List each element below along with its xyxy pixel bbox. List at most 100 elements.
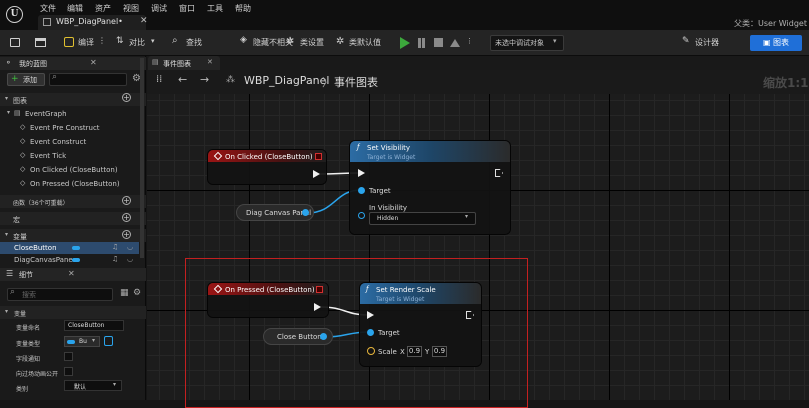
menu-view[interactable]: 视图 (123, 3, 139, 14)
blueprint-search-input[interactable] (49, 73, 127, 86)
add-graph-icon[interactable]: + (122, 93, 131, 102)
my-blueprint-close-icon[interactable]: ✕ (90, 58, 97, 67)
play-icon[interactable] (400, 37, 410, 49)
widget-blueprint-icon (43, 18, 51, 26)
expand-arrow-icon[interactable]: ▾ (7, 109, 10, 116)
menu-debug[interactable]: 调试 (151, 3, 167, 14)
pause-icon[interactable] (418, 38, 421, 48)
details-close-icon[interactable]: ✕ (68, 269, 75, 278)
functions-section-label: 函数（36个可重载） (13, 200, 69, 207)
exec-out-pin[interactable] (313, 170, 320, 178)
debug-object-value: 未选中调试对象 (495, 39, 544, 47)
visibility-dropdown-value: Hidden (377, 215, 399, 222)
on-clicked-title: On Clicked (CloseButton) (225, 153, 313, 161)
event-graph-tab-label: 事件图表 (163, 60, 191, 68)
visibility-eye-icon[interactable]: ◡ (127, 255, 133, 263)
exec-in-pin[interactable] (358, 169, 365, 177)
save-icon[interactable] (10, 38, 20, 47)
close-tab-icon[interactable]: ✕ (140, 16, 148, 26)
delegate-pin-icon[interactable] (315, 153, 322, 160)
graph-mode-label: 图表 (773, 38, 790, 47)
menu-file[interactable]: 文件 (40, 3, 56, 14)
menu-tools[interactable]: 工具 (207, 3, 223, 14)
property-label-field-notify: 字段通知 (16, 356, 41, 363)
breadcrumb-asset[interactable]: WBP_DiagPanel (244, 74, 329, 87)
menu-help[interactable]: 帮助 (235, 3, 251, 14)
collapse-arrow-icon[interactable]: ▾ (5, 95, 8, 102)
class-defaults-icon: ✲ (336, 36, 345, 47)
function-icon: ƒ (366, 285, 369, 293)
target-pin[interactable] (358, 187, 365, 194)
stop-icon[interactable] (434, 38, 443, 47)
event-item-on-clicked[interactable]: On Clicked (CloseButton) (30, 166, 118, 174)
add-variable-icon[interactable]: + (122, 230, 131, 239)
find-icon: ⌕ (172, 35, 178, 46)
target-label: Target (378, 329, 400, 337)
event-item-on-pressed[interactable]: On Pressed (CloseButton) (30, 180, 120, 188)
eject-icon[interactable] (450, 39, 460, 47)
designer-mode-button[interactable]: 设计器 (695, 37, 719, 48)
container-type-icon[interactable] (104, 336, 113, 346)
menu-window[interactable]: 窗口 (179, 3, 195, 14)
field-notify-checkbox[interactable] (64, 352, 73, 361)
event-diamond-icon: ◇ (20, 165, 26, 173)
details-section-label: 变量 (14, 311, 27, 318)
in-visibility-label: In Visibility (369, 204, 408, 212)
target-pin[interactable] (367, 329, 374, 336)
scale-x-input[interactable]: 0.9 (407, 346, 422, 357)
forward-arrow-icon[interactable]: → (200, 73, 209, 86)
add-function-icon[interactable]: + (122, 196, 131, 205)
settings-gear-icon[interactable]: ⚙ (133, 288, 141, 298)
collapse-arrow-icon[interactable]: ▾ (5, 231, 8, 238)
parent-class-label: 父类： (734, 19, 758, 28)
add-macro-icon[interactable]: + (122, 213, 131, 222)
bell-icon[interactable]: ♫ (112, 243, 118, 251)
event-graph-item[interactable]: EventGraph (25, 110, 67, 118)
class-settings-button[interactable]: 类设置 (300, 37, 324, 48)
menu-asset[interactable]: 资产 (95, 3, 111, 14)
diff-dropdown-icon[interactable]: ▾ (151, 37, 155, 45)
my-blueprint-title: 我的蓝图 (19, 60, 47, 68)
find-button[interactable]: 查找 (186, 37, 202, 48)
event-item-tick[interactable]: Event Tick (30, 152, 66, 160)
scale-y-input[interactable]: 0.9 (432, 346, 447, 357)
graph-icon: ▤ (14, 109, 21, 117)
compile-button[interactable]: 编译 (78, 37, 94, 48)
property-matrix-icon[interactable]: ▦ (120, 288, 129, 298)
graph-mode-button[interactable]: ▣ 图表 (750, 35, 802, 51)
variable-diagcanvaspanel[interactable]: DiagCanvasPane (14, 256, 73, 264)
unreal-logo-icon[interactable]: U (6, 6, 23, 23)
compile-icon[interactable] (64, 37, 74, 47)
graph-grid-icon[interactable]: ⁞⁞ (156, 74, 162, 85)
play-options-icon[interactable]: ⋮ (466, 37, 473, 45)
event-item-pre-construct[interactable]: Event Pre Construct (30, 124, 100, 132)
back-arrow-icon[interactable]: ← (178, 73, 187, 86)
getter-output-pin[interactable] (302, 209, 309, 216)
variable-type-value: Bu (79, 338, 87, 345)
close-tab-icon[interactable]: ✕ (207, 58, 213, 66)
bell-icon[interactable]: ♫ (112, 255, 118, 263)
in-visibility-pin[interactable] (358, 212, 365, 219)
browse-folder-icon[interactable] (35, 38, 46, 47)
getter-output-pin[interactable] (320, 333, 327, 340)
scale-vector-pin[interactable] (367, 347, 375, 355)
diff-button[interactable]: 对比 (129, 37, 145, 48)
breadcrumb-graph[interactable]: 事件图表 (334, 74, 378, 90)
object-type-pill-icon (72, 246, 80, 250)
menu-edit[interactable]: 编辑 (67, 3, 83, 14)
exec-in-pin[interactable] (367, 311, 374, 319)
variable-closebutton[interactable]: CloseButton (14, 244, 57, 252)
visibility-eye-icon[interactable]: ◡ (127, 243, 133, 251)
delegate-pin-icon[interactable] (316, 286, 323, 293)
event-item-construct[interactable]: Event Construct (30, 138, 86, 146)
function-icon: ƒ (357, 143, 360, 151)
expose-cinematics-checkbox[interactable] (64, 367, 73, 376)
add-button-label: 添加 (23, 76, 37, 84)
details-title: 细节 (19, 271, 33, 279)
class-defaults-button[interactable]: 类默认值 (349, 37, 381, 48)
chevron-down-icon: ▾ (553, 37, 557, 45)
compile-options-icon[interactable]: ⋮ (98, 36, 106, 45)
scrollbar[interactable] (140, 58, 144, 258)
exec-out-pin[interactable] (314, 303, 321, 311)
collapse-arrow-icon[interactable]: ▾ (5, 308, 8, 315)
